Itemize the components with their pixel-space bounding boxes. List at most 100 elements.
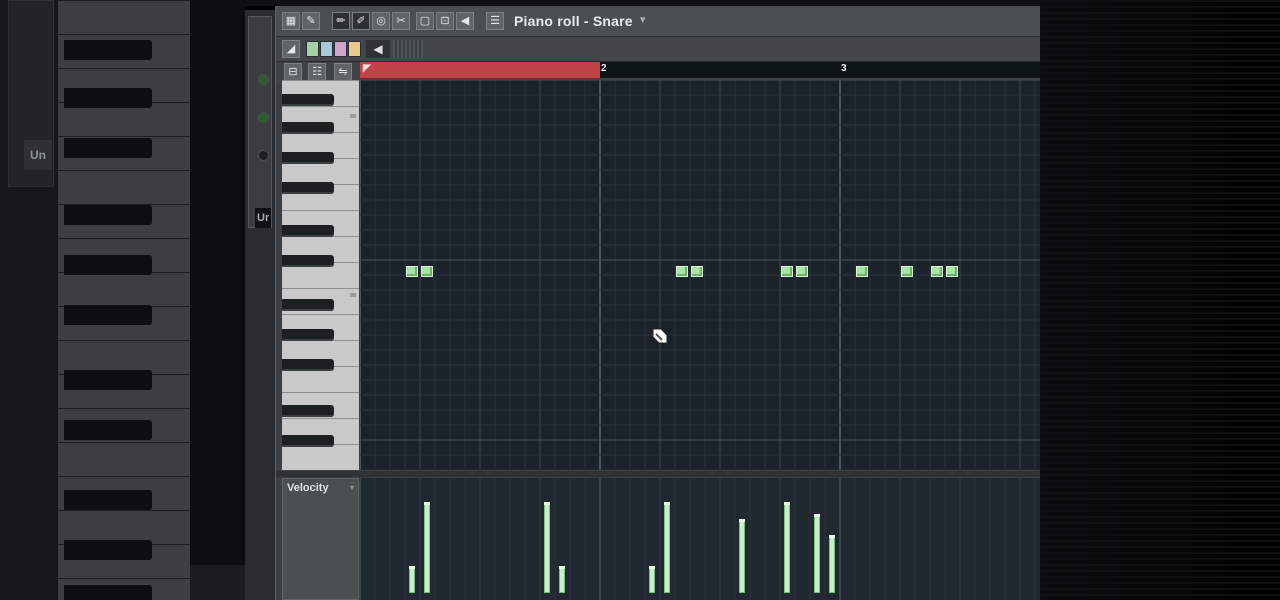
- color-swatch-yellow[interactable]: [348, 41, 361, 57]
- background-stripe: [1040, 432, 1280, 434]
- background-key-divider: [58, 442, 190, 443]
- velocity-bar[interactable]: [814, 514, 820, 592]
- note-block[interactable]: [781, 266, 793, 277]
- slice-icon[interactable]: ✂: [392, 12, 410, 30]
- background-stripe: [1040, 546, 1280, 548]
- channel-knob-icon[interactable]: [258, 150, 269, 161]
- background-stripe: [1040, 198, 1280, 200]
- background-stripe: [1040, 54, 1280, 56]
- edit-mode-icon[interactable]: ◢: [282, 40, 300, 58]
- background-key-divider: [58, 408, 190, 409]
- pencil-icon[interactable]: ✏: [332, 12, 350, 30]
- note-block[interactable]: [406, 266, 418, 277]
- background-stripe: [1040, 576, 1280, 578]
- black-key[interactable]: [282, 182, 334, 194]
- piano-icon[interactable]: ▦: [282, 12, 300, 30]
- brush-icon[interactable]: ✐: [352, 12, 370, 30]
- piano-roll-toolbar: ◢ ◀: [276, 37, 1041, 62]
- background-keyboard: [58, 0, 190, 600]
- velocity-bar[interactable]: [409, 566, 415, 592]
- velocity-bar[interactable]: [829, 535, 835, 592]
- background-key-divider: [58, 136, 190, 137]
- black-key[interactable]: [282, 405, 334, 417]
- timeline-ruler[interactable]: ◤ 2 3: [360, 62, 1041, 79]
- velocity-bar[interactable]: [424, 502, 430, 592]
- background-black-key: [64, 585, 152, 600]
- velocity-bar[interactable]: [784, 502, 790, 592]
- channel-side-panel: Ur: [245, 10, 275, 600]
- event-selector[interactable]: Velocity ▾: [282, 478, 359, 600]
- note-block[interactable]: [676, 266, 688, 277]
- black-key[interactable]: [282, 255, 334, 267]
- channel-led-icon[interactable]: [258, 112, 269, 123]
- snap-icon[interactable]: ⇋: [334, 63, 352, 81]
- loop-region[interactable]: [360, 62, 600, 79]
- velocity-bar[interactable]: [664, 502, 670, 592]
- background-stripe: [1040, 126, 1280, 128]
- zoom-icon[interactable]: ⊡: [436, 12, 454, 30]
- background-stripe: [1040, 408, 1280, 410]
- background-stripe: [1040, 36, 1280, 38]
- black-key[interactable]: [282, 94, 334, 106]
- mute-icon[interactable]: ◎: [372, 12, 390, 30]
- panel-divider[interactable]: [276, 471, 1041, 477]
- background-stripe: [1040, 330, 1280, 332]
- list-icon[interactable]: ☰: [486, 12, 504, 30]
- background-black-key: [64, 255, 152, 275]
- color-swatch-blue[interactable]: [320, 41, 333, 57]
- background-stripe: [1040, 240, 1280, 242]
- channel-ur-button[interactable]: Ur: [255, 208, 271, 228]
- velocity-dropdown-icon[interactable]: ▾: [350, 483, 354, 492]
- background-stripe: [1040, 222, 1280, 224]
- velocity-lane[interactable]: [360, 478, 1041, 600]
- title-dropdown-icon[interactable]: ▾: [640, 13, 646, 26]
- black-key[interactable]: [282, 329, 334, 341]
- background-stripe: [1040, 138, 1280, 140]
- background-stripe: [1040, 594, 1280, 596]
- velocity-bar[interactable]: [739, 519, 745, 592]
- note-block[interactable]: [421, 266, 433, 277]
- black-key[interactable]: [282, 435, 334, 447]
- background-stripe: [1040, 480, 1280, 482]
- background-stripe: [1040, 276, 1280, 278]
- background-stripe: [1040, 294, 1280, 296]
- select-icon[interactable]: ▢: [416, 12, 434, 30]
- color-swatch-pink[interactable]: [334, 41, 347, 57]
- note-block[interactable]: [901, 266, 913, 277]
- velocity-bar[interactable]: [544, 502, 550, 592]
- background-stripe: [1040, 30, 1280, 32]
- channel-led-icon[interactable]: [258, 74, 269, 85]
- velocity-bar[interactable]: [559, 566, 565, 592]
- black-key[interactable]: [282, 152, 334, 164]
- background-stripe: [1040, 60, 1280, 62]
- scroll-handle[interactable]: [393, 40, 423, 58]
- white-key-divider: [282, 106, 359, 107]
- background-stripe: [1040, 90, 1280, 92]
- velocity-bar[interactable]: [649, 566, 655, 592]
- note-block[interactable]: [796, 266, 808, 277]
- background-stripe: [1040, 582, 1280, 584]
- black-key[interactable]: [282, 225, 334, 237]
- note-block[interactable]: [946, 266, 958, 277]
- background-stripe: [1040, 282, 1280, 284]
- chord-icon[interactable]: ☷: [308, 63, 326, 81]
- background-stripe: [1040, 306, 1280, 308]
- wrench-icon[interactable]: ✎: [302, 12, 320, 30]
- ruler-toolbar: ⊟ ☷ ⇋ ◤ 2 3: [276, 62, 1041, 82]
- background-stripe: [1040, 372, 1280, 374]
- color-swatch-green[interactable]: [306, 41, 319, 57]
- background-stripe: [1040, 234, 1280, 236]
- note-block[interactable]: [931, 266, 943, 277]
- note-block[interactable]: [691, 266, 703, 277]
- black-key[interactable]: [282, 122, 334, 134]
- note-block[interactable]: [856, 266, 868, 277]
- stamp-icon[interactable]: ⊟: [284, 63, 302, 81]
- background-left-panel: Un: [0, 0, 245, 600]
- piano-roll-title[interactable]: Piano roll - Snare: [514, 13, 633, 29]
- note-grid[interactable]: [360, 80, 1041, 470]
- speaker-icon[interactable]: ◀: [456, 12, 474, 30]
- black-key[interactable]: [282, 299, 334, 311]
- scroll-left-icon[interactable]: ◀: [366, 40, 390, 58]
- piano-keyboard[interactable]: [282, 80, 359, 470]
- black-key[interactable]: [282, 359, 334, 371]
